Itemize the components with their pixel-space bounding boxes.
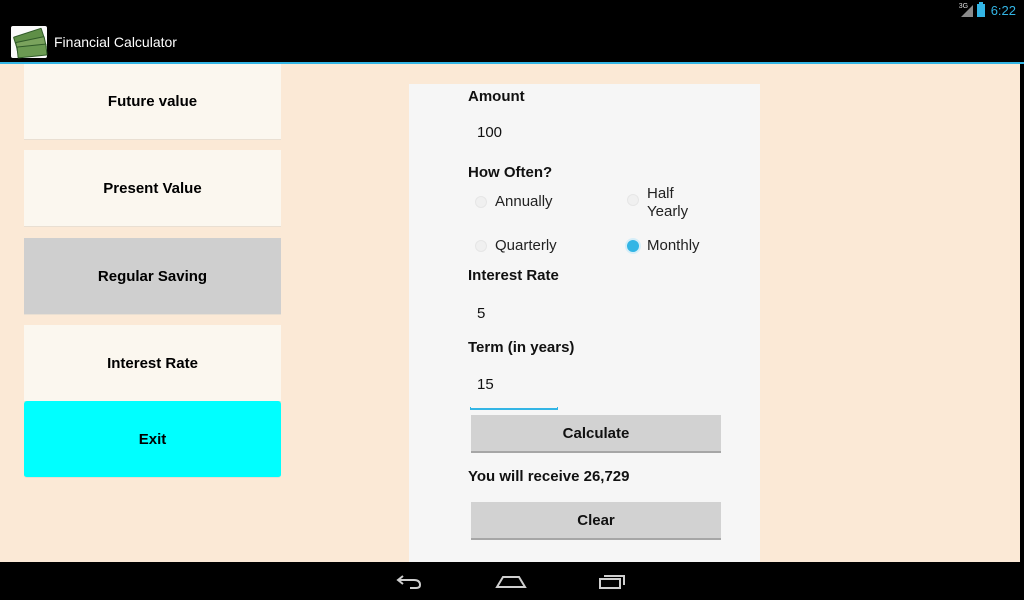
- battery-icon: [976, 2, 985, 17]
- navigation-bar: [0, 562, 1024, 600]
- radio-quarterly[interactable]: Quarterly: [475, 237, 557, 254]
- action-bar: Financial Calculator: [0, 22, 1024, 64]
- radio-indicator: [627, 194, 639, 206]
- calculate-button[interactable]: Calculate: [471, 415, 721, 453]
- result-text: You will receive 26,729: [468, 468, 630, 485]
- radio-label: Monthly: [647, 237, 700, 254]
- term-input-underline: [470, 407, 558, 410]
- radio-label: Quarterly: [495, 237, 557, 254]
- radio-half-yearly[interactable]: Half Yearly: [627, 185, 699, 221]
- window-edge: [1020, 64, 1024, 562]
- radio-annually[interactable]: Annually: [475, 193, 553, 210]
- recents-icon[interactable]: [598, 572, 628, 590]
- radio-indicator: [475, 240, 487, 252]
- amount-input[interactable]: 100: [477, 124, 502, 141]
- radio-monthly[interactable]: Monthly: [627, 237, 700, 254]
- clear-button[interactable]: Clear: [471, 502, 721, 540]
- regular-saving-button[interactable]: Regular Saving: [24, 238, 281, 315]
- signal-icon: 3G: [958, 2, 973, 17]
- term-label: Term (in years): [468, 339, 575, 356]
- radio-indicator: [475, 196, 487, 208]
- radio-label: Annually: [495, 193, 553, 210]
- home-icon[interactable]: [495, 572, 527, 590]
- frequency-label: How Often?: [468, 164, 553, 181]
- main-content: Future value Present Value Regular Savin…: [0, 64, 1020, 562]
- interest-rate-button[interactable]: Interest Rate: [24, 325, 281, 402]
- interest-rate-input[interactable]: 5: [477, 305, 485, 322]
- exit-button[interactable]: Exit: [24, 401, 281, 478]
- amount-label: Amount: [468, 88, 525, 105]
- clock: 6:22: [990, 3, 1016, 18]
- interest-rate-label: Interest Rate: [468, 267, 559, 284]
- future-value-button[interactable]: Future value: [24, 64, 281, 140]
- radio-indicator-selected: [627, 240, 639, 252]
- app-title: Financial Calculator: [54, 34, 177, 50]
- status-bar: 3G 6:22: [0, 0, 1024, 22]
- radio-label: Half Yearly: [647, 185, 689, 220]
- status-indicators: 3G 6:22: [958, 2, 1016, 18]
- network-type: 3G: [958, 2, 969, 10]
- android-screen: 3G 6:22 Financial Calculator Future valu…: [0, 0, 1024, 600]
- calculator-panel: Amount 100 How Often? Annually Half Year…: [409, 84, 760, 562]
- back-icon[interactable]: [394, 572, 424, 590]
- money-icon[interactable]: [11, 26, 48, 59]
- present-value-button[interactable]: Present Value: [24, 150, 281, 227]
- term-input[interactable]: 15: [477, 376, 494, 393]
